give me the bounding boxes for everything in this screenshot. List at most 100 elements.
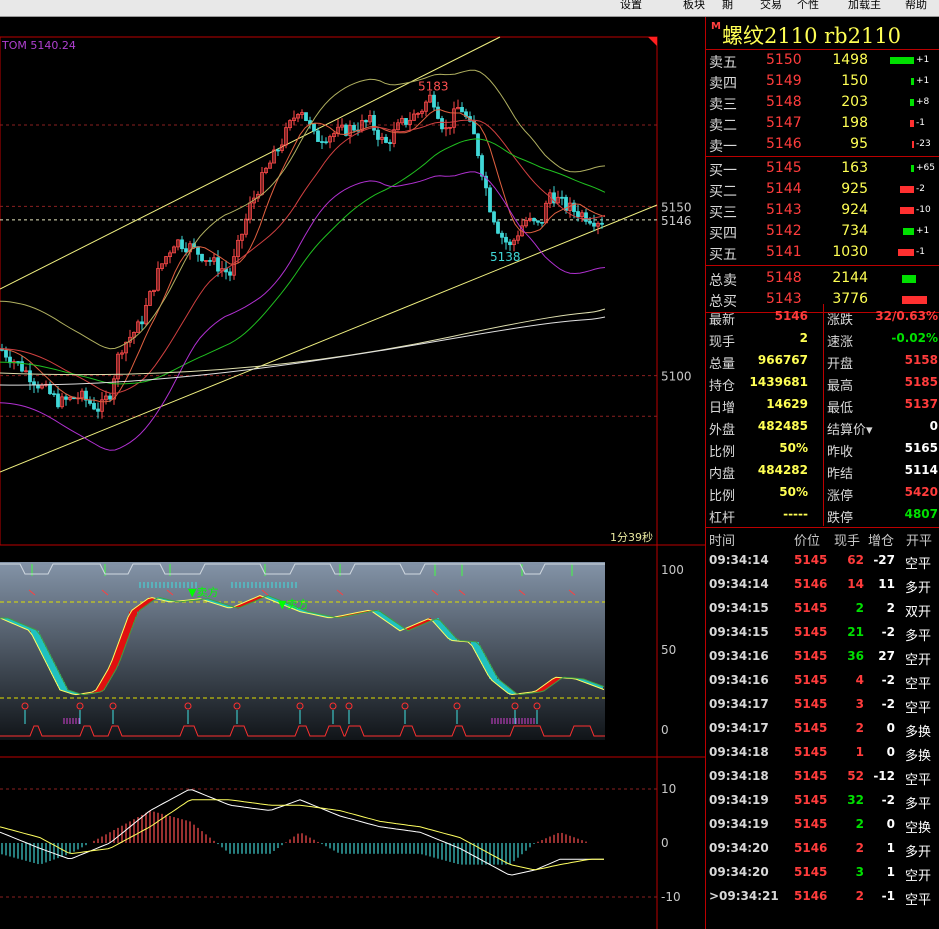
candle-body	[436, 106, 440, 119]
macd-dif-line	[0, 789, 604, 876]
tick-row: 09:34:20 5145 3 1 空开	[706, 862, 939, 886]
bids-row[interactable]: 买二 5144 925 -2	[706, 179, 939, 200]
bids-volume: 925	[841, 181, 868, 197]
asks-volume: 150	[841, 73, 868, 89]
asks-row[interactable]: 卖二 5147 198 -1	[706, 113, 939, 134]
indicator-label: TOM 5140.24	[1, 39, 76, 52]
menu-item[interactable]: 板块	[683, 0, 705, 12]
tick-type: 多开	[905, 581, 932, 596]
kd-panel-background	[0, 562, 605, 740]
tick-price: 5145	[794, 601, 828, 615]
candle-body	[388, 142, 392, 144]
totals-row[interactable]: 总卖 5148 2144	[706, 268, 939, 289]
candle-body	[64, 396, 68, 400]
tick-oi: 0	[886, 817, 895, 831]
bids-change: +65	[916, 163, 935, 173]
menu-item[interactable]: 个性	[797, 0, 819, 12]
book-separator	[706, 265, 939, 266]
chart-area[interactable]: 515051465100TOM 5140.24518351381分39秒1005…	[0, 17, 705, 929]
stat-label: 最新	[709, 313, 736, 328]
tick-oi: -2	[881, 697, 895, 711]
asks-label: 卖五	[709, 55, 737, 71]
tick-oi: 2	[886, 601, 895, 615]
tick-type: 空开	[905, 869, 932, 884]
tick-time: 09:34:17	[709, 697, 769, 711]
bids-row[interactable]: 买一 5145 163 +65	[706, 158, 939, 179]
stat-value: 5146	[774, 309, 808, 323]
bids-label: 买三	[709, 205, 737, 221]
tick-volume: 14	[847, 577, 864, 591]
tick-price: 5145	[794, 865, 828, 879]
bids-volume: 163	[841, 160, 868, 176]
menu-bar: 设置 板块 期 交易 个性 加载主 帮助	[0, 0, 939, 17]
menu-item[interactable]: 帮助	[905, 0, 927, 12]
asks-row[interactable]: 卖三 5148 203 +8	[706, 92, 939, 113]
candle-body	[108, 395, 112, 400]
asks-change-bar	[911, 78, 914, 85]
tick-volume: 2	[855, 889, 864, 903]
asks-row[interactable]: 卖五 5150 1498 +1	[706, 50, 939, 71]
tick-row: 09:34:18 5145 1 0 多换	[706, 742, 939, 766]
bids-row[interactable]: 买五 5141 1030 -1	[706, 242, 939, 263]
tick-volume: 52	[847, 769, 864, 783]
tick-price: 5145	[794, 697, 828, 711]
macd-axis-label: 10	[661, 782, 676, 796]
stat-value: -0.02%	[891, 331, 938, 345]
tick-oi: 11	[878, 577, 895, 591]
bids-change: +1	[916, 226, 930, 236]
price-axis-label: 5150	[661, 200, 692, 214]
instrument-marker: M	[711, 21, 721, 32]
asks-change-bar	[910, 120, 914, 127]
candle-body	[364, 120, 368, 123]
stat-label: 涨停	[827, 489, 854, 504]
stat-label: 速涨	[827, 335, 854, 350]
tick-type: 空平	[905, 677, 932, 692]
candle-body	[96, 408, 100, 412]
tick-oi: -2	[881, 625, 895, 639]
menu-item[interactable]: 设置	[620, 0, 642, 12]
candle-body	[576, 211, 580, 218]
tick-volume: 36	[847, 649, 864, 663]
tick-price: 5146	[794, 889, 828, 903]
candle-body	[316, 130, 320, 142]
tick-price: 5146	[794, 841, 828, 855]
menu-item[interactable]: 期	[722, 0, 733, 12]
tick-row: 09:34:20 5146 2 1 多开	[706, 838, 939, 862]
candle-body	[476, 133, 480, 156]
stat-value: 5114	[904, 463, 938, 477]
bids-row[interactable]: 买三 5143 924 -10	[706, 200, 939, 221]
tick-oi: -1	[881, 889, 895, 903]
candle-body	[588, 220, 592, 224]
tick-type: 多换	[905, 725, 932, 740]
stat-label: 外盘	[709, 423, 736, 438]
tick-time: 09:34:20	[709, 865, 769, 879]
stat-value: 966767	[757, 353, 808, 367]
tick-price: 5145	[794, 553, 828, 567]
stat-value: 14629	[766, 397, 808, 411]
stat-value: 4807	[904, 507, 938, 521]
bids-volume: 1030	[832, 244, 868, 260]
menu-item[interactable]: 交易	[760, 0, 782, 12]
stat-label: 结算价▾	[827, 423, 873, 438]
candle-body	[28, 370, 32, 383]
candle-body	[208, 260, 212, 262]
menu-item[interactable]: 加载主	[848, 0, 881, 12]
asks-row[interactable]: 卖一 5146 95 -23	[706, 134, 939, 155]
stat-value: 50%	[779, 441, 808, 455]
bids-row[interactable]: 买四 5142 734 +1	[706, 221, 939, 242]
candle-body	[488, 187, 492, 213]
tick-oi: 1	[886, 865, 895, 879]
stat-label: 总量	[709, 357, 736, 372]
stat-label: 内盘	[709, 467, 736, 482]
tick-type: 空换	[905, 821, 932, 836]
tick-row: 09:34:15 5145 21 -2 多平	[706, 622, 939, 646]
asks-label: 卖一	[709, 139, 737, 155]
instrument-title: M 螺纹2110 rb2110	[706, 17, 939, 50]
candle-body	[376, 129, 380, 140]
tick-row: 09:34:16 5145 4 -2 空平	[706, 670, 939, 694]
tick-time: 09:34:19	[709, 817, 769, 831]
tick-row: 09:34:15 5145 2 2 双开	[706, 598, 939, 622]
asks-row[interactable]: 卖四 5149 150 +1	[706, 71, 939, 92]
asks-volume: 95	[850, 136, 868, 152]
candle-body	[184, 248, 188, 253]
